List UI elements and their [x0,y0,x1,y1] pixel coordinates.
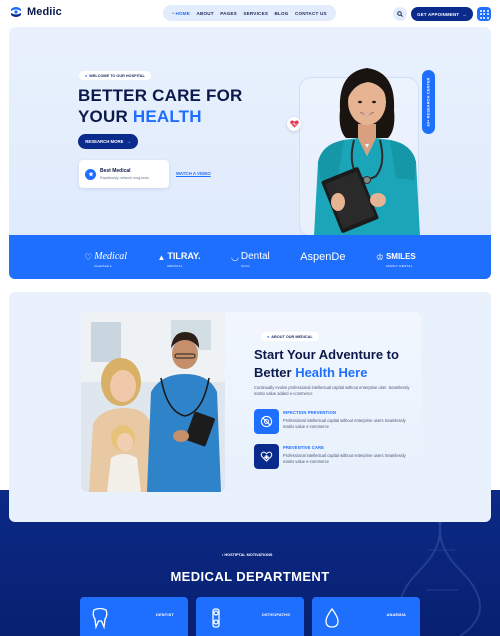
hero-badge: ● WELCOME TO OUR HOSPITAL [79,71,151,80]
doctor-with-family-image [81,312,225,492]
about-title: Start Your Adventure to Better Health He… [254,347,399,380]
hero-title: BETTER CARE FOR YOUR HEALTH [78,86,243,126]
department-card-dentist[interactable]: DENTIST [80,597,188,636]
department-card-anaemia[interactable]: ANAEMIA [312,597,420,636]
mountain-icon: ▲ [157,252,166,262]
about-description: Continually evolve professional intellec… [254,385,410,396]
department-label: ANAEMIA [386,612,406,617]
brand-dental-logo: ◡ Dental Clinic [231,251,270,268]
arrow-right-icon: → [462,11,467,17]
arrow-right-icon: → [126,139,131,144]
department-title: MEDICAL DEPARTMENT [170,569,330,584]
nav-contact[interactable]: CONTACT US [295,11,327,16]
best-medical-title: Best Medical [100,168,131,174]
site-header: Mediic HOME ABOUT PAGES SERVICES BLOG CO… [0,0,500,27]
brand-tilray-logo: ▲ TILRAY. MEDICAL [157,251,201,268]
blood-drop-icon [325,607,339,628]
search-button[interactable] [393,7,407,21]
grid-menu-button[interactable] [477,7,491,21]
brand-logos-strip: ♡ Medical Healthcare ▲ TILRAY. MEDICAL ◡ D… [9,235,491,279]
get-appointment-button[interactable]: GET APPOINMENT → [411,7,473,21]
department-card-osteopaths[interactable]: OSTEOPATHS [196,597,304,636]
badge-star-icon [85,168,96,180]
about-content-card: ● ABOUT OUR MEDICAL Start Your Adventure … [225,312,421,492]
brand-smiles-logo: ♔ SMILES FAMILY DENTAL [375,251,416,269]
brand-medical-logo: ♡ Medical Healthcare [84,251,128,268]
bone-icon [212,608,220,628]
best-medical-subtitle: Rapidiously network long-tools [100,176,149,180]
feature-description: Professional intellectual capital withou… [283,453,406,464]
department-label: DENTIST [155,612,174,617]
doctor-portrait-image [314,68,420,236]
feature-description: Professional intellectual capital withou… [283,418,406,429]
tooth-icon: ◡ [231,251,239,262]
department-label: OSTEOPATHS [261,612,290,617]
feature-infection-prevention: INFECTION PREVENTION Professional intell… [254,409,413,434]
medical-care-icon [254,444,279,469]
about-badge: ● ABOUT OUR MEDICAL [261,332,319,341]
watch-video-link[interactable]: WATCH A VIDEO [176,171,211,176]
best-medical-card: Best Medical Rapidiously network long-to… [79,160,169,188]
nav-blog[interactable]: BLOG [274,11,288,16]
about-section: ● ABOUT OUR MEDICAL Start Your Adventure … [9,292,491,522]
heart-icon: ♡ [84,251,93,262]
nav-pages[interactable]: PAGES [220,11,237,16]
research-more-button[interactable]: RESEARCH MORE → [78,134,138,149]
feature-preventive-care: PREVENTIVE CARE Professional intellectua… [254,444,413,469]
hero-section: ● WELCOME TO OUR HOSPITAL BETTER CARE FOR… [9,27,491,279]
heart-rate-icon [287,117,301,131]
search-icon [397,11,403,17]
department-badge: • HOSTIPTAL MOTIVATIONS [222,553,273,557]
logo-text: Mediic [27,6,62,18]
research-center-badge: 30+ RESEARCH CENTER [422,70,435,134]
nav-home[interactable]: HOME [172,11,190,16]
tooth-icon [92,607,108,629]
main-nav: HOME ABOUT PAGES SERVICES BLOG CONTACT U… [163,5,336,21]
logo-icon [11,7,21,17]
nav-about[interactable]: ABOUT [196,11,213,16]
feature-title: PREVENTIVE CARE [283,445,325,450]
logo[interactable]: Mediic [9,5,62,19]
virus-shield-icon [254,409,279,434]
grid-dot-icon [479,9,482,12]
appointment-label: GET APPOINMENT [417,11,460,17]
nav-services[interactable]: SERVICES [243,11,268,16]
tooth-icon: ♔ [375,251,384,262]
brand-aspende-logo: AspenDe [300,251,346,263]
feature-title: INFECTION PREVENTION [283,410,336,415]
